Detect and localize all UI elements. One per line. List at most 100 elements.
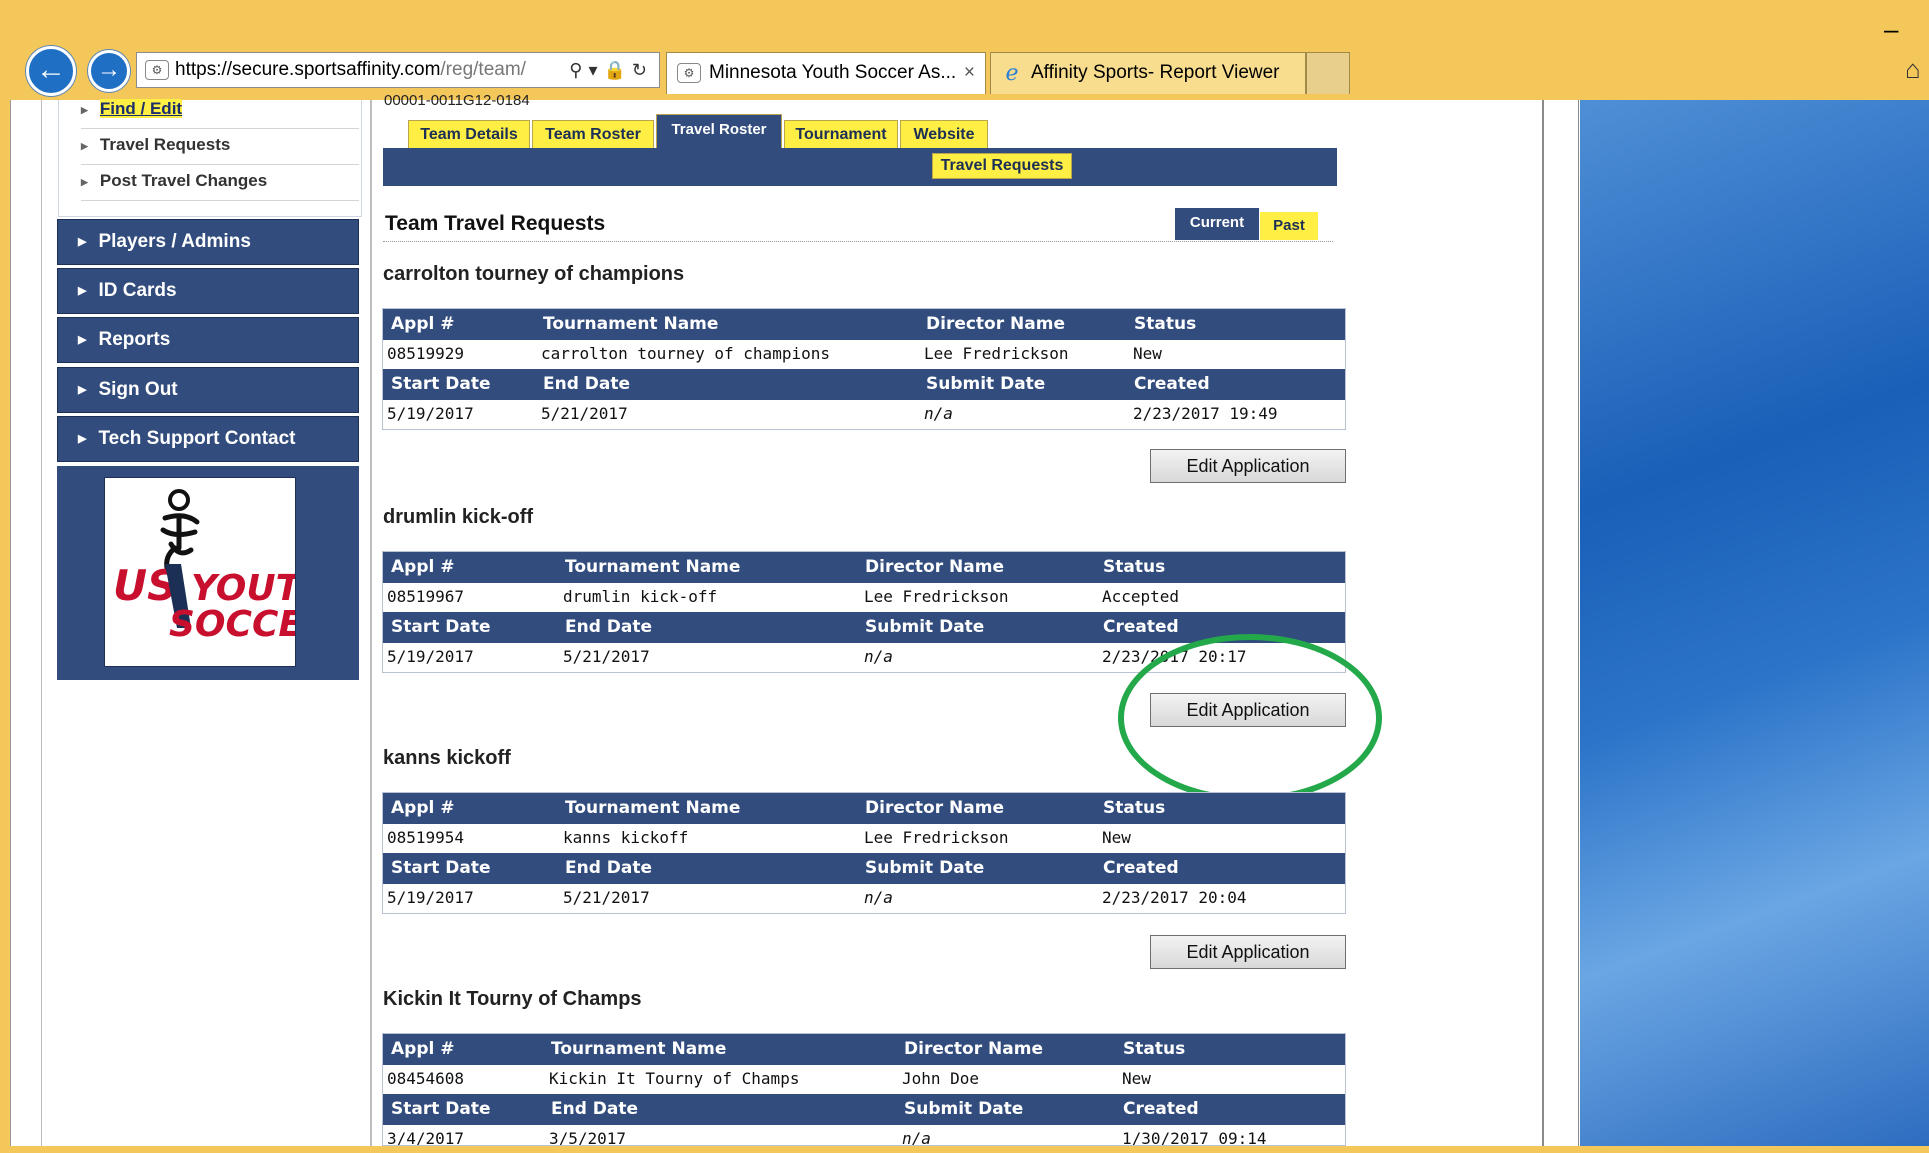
status: New [1122, 1069, 1151, 1088]
page-title: Team Travel Requests [385, 212, 606, 235]
tournament-name: kanns kickoff [563, 828, 689, 847]
browser-tab-minnesota[interactable]: ⚙ Minnesota Youth Soccer As... × [666, 52, 986, 94]
start-date: 3/4/2017 [387, 1129, 465, 1146]
tab-title: Affinity Sports- Report Viewer [1031, 62, 1280, 83]
end-date: 5/21/2017 [563, 647, 650, 666]
created: 2/23/2017 20:04 [1102, 888, 1247, 907]
appl-number: 08519954 [387, 828, 465, 847]
column-header: Status [1134, 314, 1197, 334]
bullet-icon: ▶ [81, 176, 88, 187]
back-arrow-icon[interactable]: ← [26, 46, 76, 96]
director-name: Lee Fredrickson [864, 587, 1009, 606]
minimize-icon[interactable]: – [1884, 14, 1898, 45]
forward-arrow-icon[interactable]: → [88, 50, 130, 92]
column-header: Appl # [391, 314, 455, 334]
table-row: 08519954 kanns kickoff Lee Fredrickson N… [383, 824, 1345, 853]
submenu-post-travel-changes[interactable]: ▶ Post Travel Changes [81, 164, 359, 201]
edit-application-button[interactable]: Edit Application [1150, 449, 1346, 483]
submenu-find-edit[interactable]: ▶ Find / Edit [81, 92, 359, 129]
edit-application-button[interactable]: Edit Application [1150, 935, 1346, 969]
column-header: Submit Date [865, 617, 985, 637]
sidebar-item-players-admins[interactable]: ▶ Players / Admins [57, 219, 359, 265]
tab-website[interactable]: Website [900, 120, 988, 148]
request-title: carrolton tourney of champions [383, 263, 685, 285]
director-name: Lee Fredrickson [924, 344, 1069, 363]
tab-current[interactable]: Current [1175, 208, 1259, 240]
logo-text-soccer: SOCCER [169, 604, 295, 645]
column-header: Tournament Name [551, 1039, 727, 1059]
window-frame-bottom [0, 1146, 1929, 1153]
request-title: Kickin It Tourny of Champs [383, 988, 642, 1010]
column-header: Start Date [391, 1099, 491, 1119]
table-header-row: Start Date End Date Submit Date Created [383, 369, 1345, 400]
caret-right-icon: ▶ [78, 334, 87, 346]
table-row: 08454608 Kickin It Tourny of Champs John… [383, 1065, 1345, 1094]
status: Accepted [1102, 587, 1180, 606]
column-header: Submit Date [904, 1099, 1024, 1119]
address-tools-icon[interactable]: ⚲▾🔒↻ [569, 53, 653, 87]
ie-favicon-icon: ℯ [1005, 59, 1019, 85]
column-header: End Date [551, 1099, 639, 1119]
column-header: Created [1103, 617, 1179, 637]
tab-team-roster[interactable]: Team Roster [532, 120, 654, 148]
tab-travel-roster[interactable]: Travel Roster [656, 114, 782, 148]
site-favicon-icon: ⚙ [145, 59, 169, 80]
sidebar-item-id-cards[interactable]: ▶ ID Cards [57, 268, 359, 314]
table-header-row: Appl # Tournament Name Director Name Sta… [383, 552, 1345, 583]
column-header: Created [1123, 1099, 1199, 1119]
home-icon[interactable]: ⌂ [1905, 54, 1921, 85]
submenu-label: Find / Edit [99, 99, 183, 118]
start-date: 5/19/2017 [387, 404, 474, 423]
appl-number: 08454608 [387, 1069, 465, 1088]
column-header: End Date [565, 617, 653, 637]
start-date: 5/19/2017 [387, 647, 474, 666]
tournament-name: Kickin It Tourny of Champs [549, 1069, 800, 1088]
address-bar[interactable]: ⚙ https://secure.sportsaffinity.com/reg/t… [136, 52, 660, 88]
column-header: Director Name [865, 798, 1004, 818]
director-name: John Doe [902, 1069, 980, 1088]
table-header-row: Start Date End Date Submit Date Created [383, 1094, 1345, 1125]
sidebar-item-label: Players / Admins [98, 231, 251, 253]
column-header: Created [1103, 858, 1179, 878]
sidebar-item-tech-support[interactable]: ▶ Tech Support Contact [57, 416, 359, 462]
end-date: 3/5/2017 [549, 1129, 627, 1146]
divider [370, 100, 372, 1146]
sidebar-item-sign-out[interactable]: ▶ Sign Out [57, 367, 359, 413]
table-row: 5/19/2017 5/21/2017 n/a 2/23/2017 19:49 [383, 400, 1345, 429]
caret-right-icon: ▶ [78, 285, 87, 297]
tab-tournament[interactable]: Tournament [784, 120, 898, 148]
column-header: Status [1103, 798, 1166, 818]
column-header: Submit Date [926, 374, 1046, 394]
submit-date: n/a [924, 404, 953, 423]
caret-right-icon: ▶ [78, 236, 87, 248]
tab-bar [383, 148, 1337, 186]
table-row: 08519929 carrolton tourney of champions … [383, 340, 1345, 369]
tab-team-details[interactable]: Team Details [408, 120, 530, 148]
table-row: 08519967 drumlin kick-off Lee Fredrickso… [383, 583, 1345, 612]
divider [383, 241, 1333, 242]
column-header: Status [1123, 1039, 1186, 1059]
request-table: Appl # Tournament Name Director Name Sta… [382, 792, 1346, 914]
team-id: 00001-0011G12-0184 [384, 92, 530, 109]
start-date: 5/19/2017 [387, 888, 474, 907]
column-header: Appl # [391, 557, 455, 577]
column-header: Tournament Name [565, 557, 741, 577]
sidebar-item-reports[interactable]: ▶ Reports [57, 317, 359, 363]
end-date: 5/21/2017 [541, 404, 628, 423]
request-title: kanns kickoff [383, 747, 511, 769]
column-header: Submit Date [865, 858, 985, 878]
new-tab-button[interactable] [1306, 52, 1350, 94]
close-tab-icon[interactable]: × [964, 53, 975, 93]
table-header-row: Start Date End Date Submit Date Created [383, 612, 1345, 643]
column-header: End Date [543, 374, 631, 394]
table-header-row: Appl # Tournament Name Director Name Sta… [383, 793, 1345, 824]
divider [1578, 100, 1579, 1146]
browser-tab-report-viewer[interactable]: ℯ Affinity Sports- Report Viewer [990, 52, 1306, 94]
url-path: /reg/team/ [440, 59, 526, 80]
tab-past[interactable]: Past [1260, 212, 1318, 240]
subtab-travel-requests[interactable]: Travel Requests [932, 153, 1072, 179]
column-header: Start Date [391, 858, 491, 878]
status: New [1102, 828, 1131, 847]
submenu-travel-requests[interactable]: ▶ Travel Requests [81, 128, 359, 165]
end-date: 5/21/2017 [563, 888, 650, 907]
